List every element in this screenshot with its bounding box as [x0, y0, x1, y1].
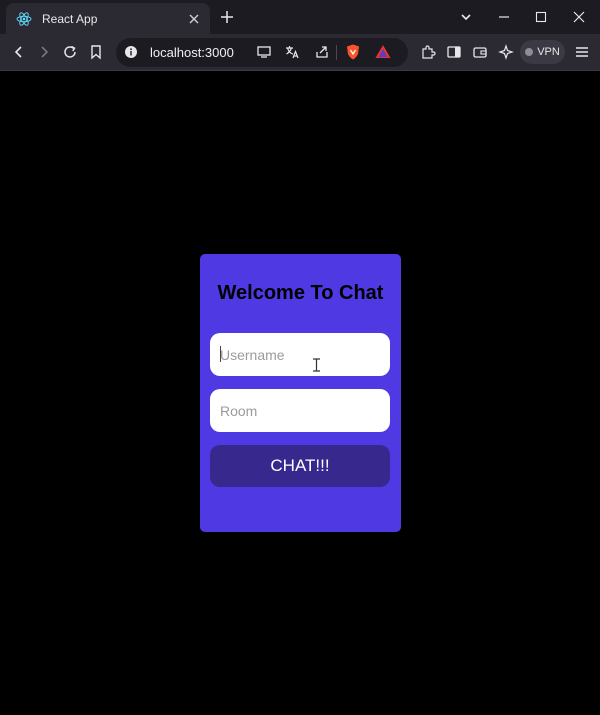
window-close-icon[interactable]: [569, 7, 589, 27]
maximize-icon[interactable]: [531, 7, 551, 27]
leo-icon[interactable]: [496, 42, 516, 62]
brave-shield-icon[interactable]: [344, 43, 362, 61]
room-input[interactable]: [210, 389, 390, 432]
plus-icon[interactable]: [217, 7, 237, 27]
sidebar-icon[interactable]: [444, 42, 464, 62]
reload-icon[interactable]: [60, 42, 80, 62]
menu-icon[interactable]: [572, 42, 592, 62]
join-chat-card: Welcome To Chat CHAT!!!: [200, 254, 401, 532]
translate-icon[interactable]: [284, 44, 300, 60]
close-icon[interactable]: [186, 11, 202, 27]
vpn-button[interactable]: VPN: [520, 40, 565, 64]
share-icon[interactable]: [314, 44, 330, 60]
chat-button[interactable]: CHAT!!!: [210, 445, 390, 487]
browser-toolbar: localhost:3000 VPN: [0, 34, 600, 71]
page-viewport: Welcome To Chat CHAT!!!: [0, 71, 600, 715]
vpn-label: VPN: [537, 46, 560, 58]
text-caret: [220, 346, 221, 362]
bookmark-icon[interactable]: [86, 42, 106, 62]
brave-rewards-icon[interactable]: [374, 43, 392, 61]
vpn-status-icon: [525, 48, 534, 56]
text-cursor-icon: [312, 358, 321, 372]
page-title: Welcome To Chat: [217, 282, 384, 304]
react-icon: [16, 11, 32, 27]
address-divider: [336, 45, 337, 60]
info-icon[interactable]: [124, 45, 138, 59]
address-bar[interactable]: localhost:3000: [116, 38, 408, 67]
minimize-icon[interactable]: [494, 7, 514, 27]
browser-tab[interactable]: React App: [6, 3, 210, 34]
back-icon[interactable]: [9, 42, 29, 62]
tab-title: React App: [42, 11, 98, 26]
chevron-down-icon[interactable]: [456, 7, 476, 27]
cast-icon[interactable]: [256, 44, 272, 60]
extensions-icon[interactable]: [418, 42, 438, 62]
wallet-icon[interactable]: [470, 42, 490, 62]
tab-strip: React App: [0, 0, 600, 34]
url-text: localhost:3000: [150, 45, 234, 60]
username-input[interactable]: [210, 333, 390, 376]
forward-icon[interactable]: [34, 42, 54, 62]
